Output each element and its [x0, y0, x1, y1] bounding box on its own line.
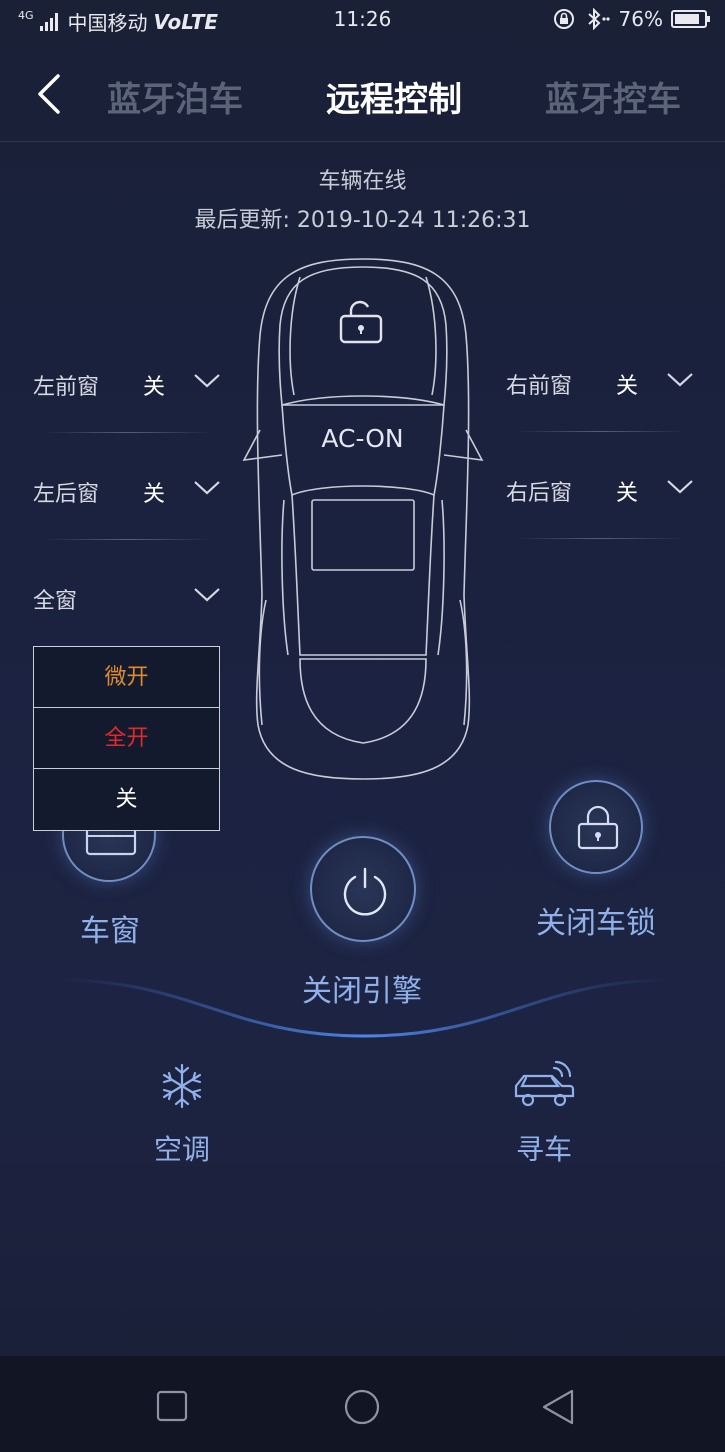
chevron-down-icon[interactable] — [666, 372, 694, 388]
system-nav-bar — [0, 1356, 725, 1452]
lock-button-label: 关闭车锁 — [536, 906, 656, 941]
window-rear-right-value: 关 — [616, 481, 639, 506]
chevron-down-icon[interactable] — [193, 373, 221, 389]
window-button-label: 车窗 — [80, 914, 140, 949]
engine-stop-button[interactable] — [310, 836, 416, 942]
window-rear-right-row[interactable]: 右后窗 关 — [506, 469, 696, 509]
divider — [516, 431, 686, 432]
window-front-left-row[interactable]: 左前窗 关 — [33, 363, 223, 403]
divider — [43, 432, 213, 433]
battery-percent: 76% — [618, 7, 663, 31]
header: 蓝牙泊车 远程控制 蓝牙控车 — [0, 52, 725, 142]
window-front-left-value: 关 — [143, 375, 166, 400]
snowflake-icon[interactable] — [160, 1062, 204, 1110]
window-rear-left-row[interactable]: 左后窗 关 — [33, 470, 223, 510]
tab-remote-control[interactable]: 远程控制 — [326, 72, 462, 121]
last-update: 最后更新: 2019-10-24 11:26:31 — [194, 208, 531, 233]
chevron-down-icon[interactable] — [193, 480, 221, 496]
window-all-row[interactable]: 全窗 — [33, 577, 223, 617]
padlock-icon — [577, 805, 619, 850]
option-slightly-open[interactable]: 微开 — [34, 647, 219, 708]
decorative-curve — [60, 978, 670, 1038]
vehicle-status: 车辆在线 — [318, 169, 407, 194]
divider — [516, 538, 686, 539]
ac-label: 空调 — [153, 1133, 210, 1166]
back-icon[interactable] — [540, 1388, 576, 1426]
clock: 11:26 — [333, 7, 392, 31]
rotation-lock-icon — [553, 9, 574, 29]
back-arrow-icon[interactable] — [34, 72, 64, 116]
recent-apps-icon[interactable] — [156, 1390, 188, 1422]
tab-bluetooth-control[interactable]: 蓝牙控车 — [545, 72, 681, 121]
option-close[interactable]: 关 — [34, 769, 219, 830]
chevron-down-icon[interactable] — [666, 479, 694, 495]
window-all-label: 全窗 — [33, 589, 78, 614]
find-car-icon[interactable] — [510, 1058, 578, 1112]
window-front-right-label: 右前窗 — [506, 374, 573, 399]
window-rear-right-label: 右后窗 — [506, 481, 573, 506]
option-fully-open[interactable]: 全开 — [34, 708, 219, 769]
ac-status: AC-ON — [321, 424, 404, 453]
find-car-label: 寻车 — [515, 1133, 572, 1166]
home-icon[interactable] — [343, 1388, 381, 1426]
status-bar: 4G 中国移动 VoLTE 11:26 76% — [0, 0, 725, 40]
window-front-right-row[interactable]: 右前窗 关 — [506, 362, 696, 402]
divider — [43, 539, 213, 540]
window-front-left-label: 左前窗 — [33, 375, 100, 400]
bluetooth-icon — [587, 8, 610, 30]
chevron-down-icon[interactable] — [193, 587, 221, 603]
window-open-dropdown: 微开 全开 关 — [33, 646, 220, 831]
tab-bluetooth-parking[interactable]: 蓝牙泊车 — [107, 72, 243, 121]
window-front-right-value: 关 — [616, 374, 639, 399]
window-rear-left-label: 左后窗 — [33, 482, 100, 507]
battery-icon — [671, 10, 710, 28]
unlocked-padlock-icon[interactable] — [337, 298, 385, 346]
power-icon — [343, 867, 387, 916]
window-rear-left-value: 关 — [143, 482, 166, 507]
lock-button[interactable] — [549, 780, 643, 874]
